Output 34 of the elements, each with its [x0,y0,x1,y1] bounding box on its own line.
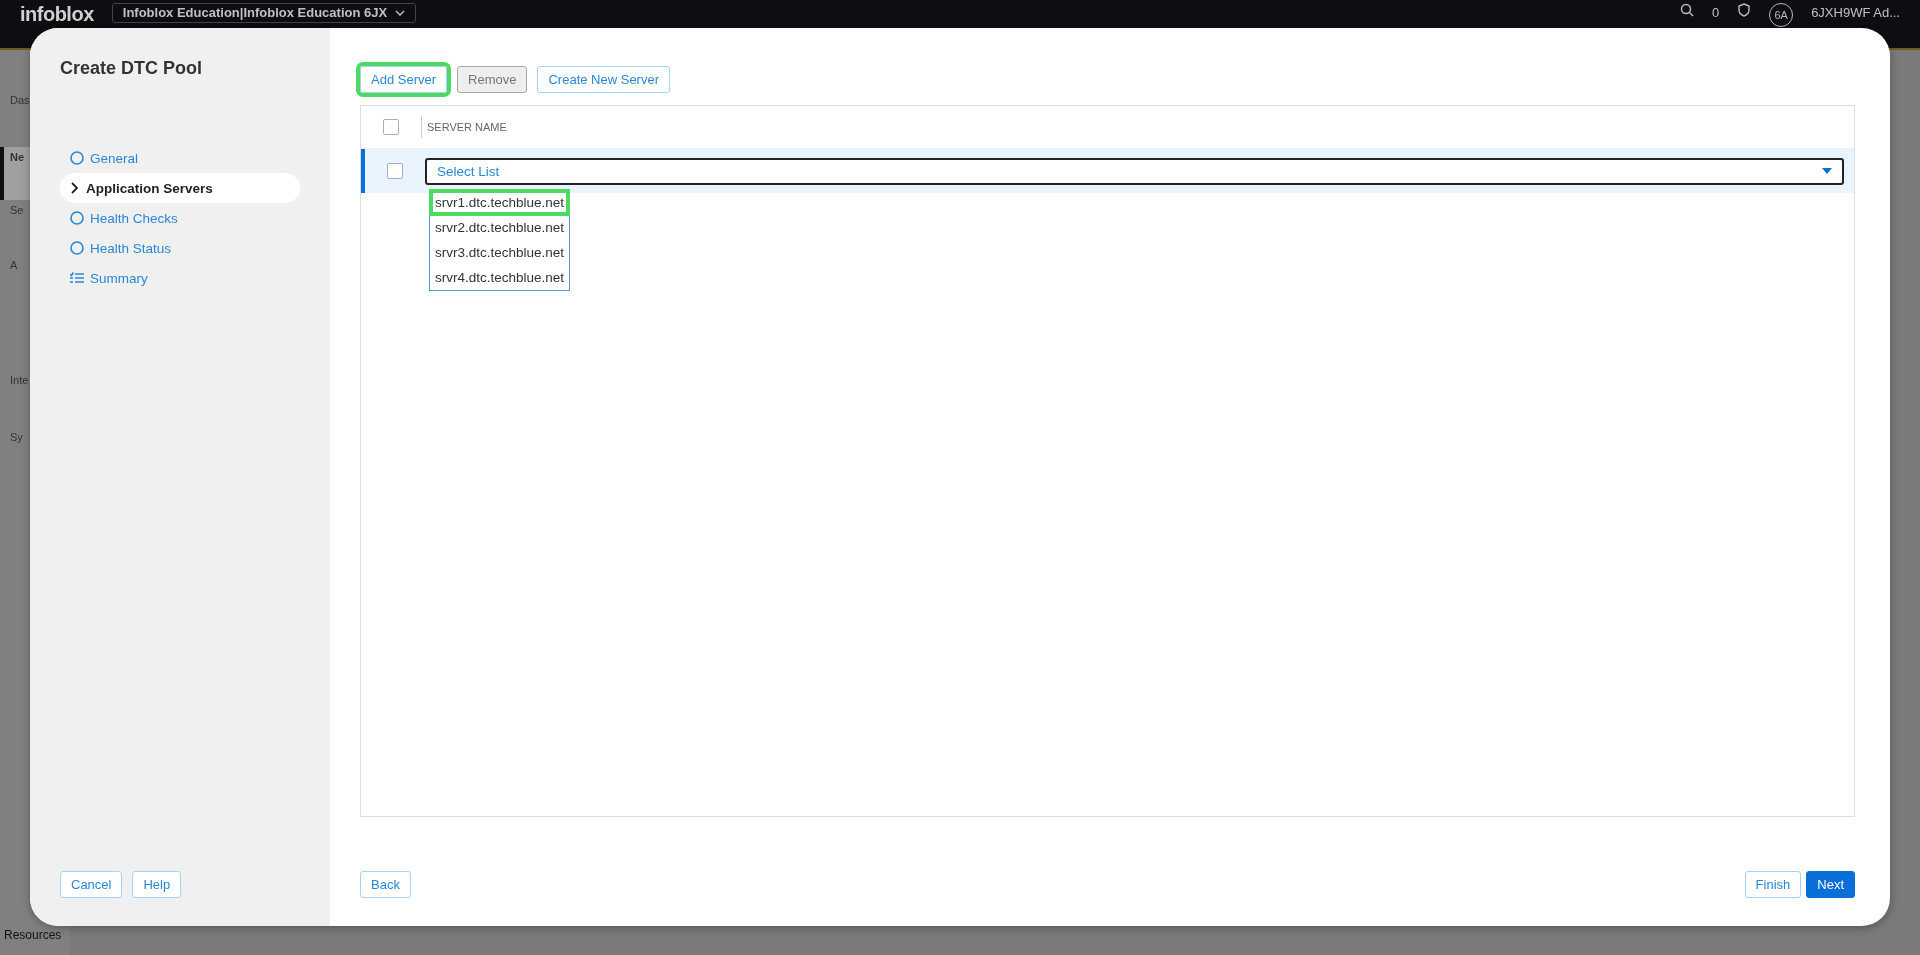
account-selector[interactable]: Infoblox Education|Infoblox Education 6JX [111,3,417,23]
wizard-step[interactable]: Application Servers [60,173,300,203]
dropdown-option[interactable]: srvr1.dtc.techblue.net [430,190,570,215]
caret-icon [1822,168,1832,174]
wizard-step[interactable]: Health Checks [60,203,300,233]
column-header: SERVER NAME [421,116,507,138]
row-checkbox[interactable] [387,163,403,179]
toolbar-button[interactable]: Create New Server [537,66,670,93]
wizard-step[interactable]: Health Status [60,233,300,263]
dropdown-option[interactable]: srvr3.dtc.techblue.net [430,240,570,265]
wizard-step[interactable]: Summary [60,263,300,293]
cancel-button[interactable]: Cancel [60,871,123,898]
help-button[interactable]: Help [132,871,182,898]
dropdown-option[interactable]: srvr4.dtc.techblue.net [430,265,570,290]
finish-button[interactable]: Finish [1744,871,1802,898]
shield-icon[interactable] [1737,3,1752,17]
dialog-title: Create DTC Pool [60,58,204,79]
search-icon[interactable] [1679,3,1694,17]
dropdown-option[interactable]: srvr2.dtc.techblue.net [430,215,570,240]
wizard-step[interactable]: General [60,143,300,173]
chevron-icon [70,182,80,194]
user-name[interactable]: 6JXH9WF Ad... [1811,3,1900,21]
next-button[interactable]: Next [1806,871,1855,898]
caret-icon [395,10,406,16]
select-all-checkbox[interactable] [383,119,399,135]
notification-count[interactable]: 0 [1711,3,1720,21]
back-button[interactable]: Back [360,871,411,898]
circle-icon [70,151,84,165]
logo: infoblox [20,3,94,25]
server-select[interactable]: Select List [425,157,1844,185]
circle-icon [70,211,84,225]
side-nav-item[interactable]: Resources [4,928,62,942]
circle-icon [70,241,84,255]
checklist-icon [70,272,84,284]
